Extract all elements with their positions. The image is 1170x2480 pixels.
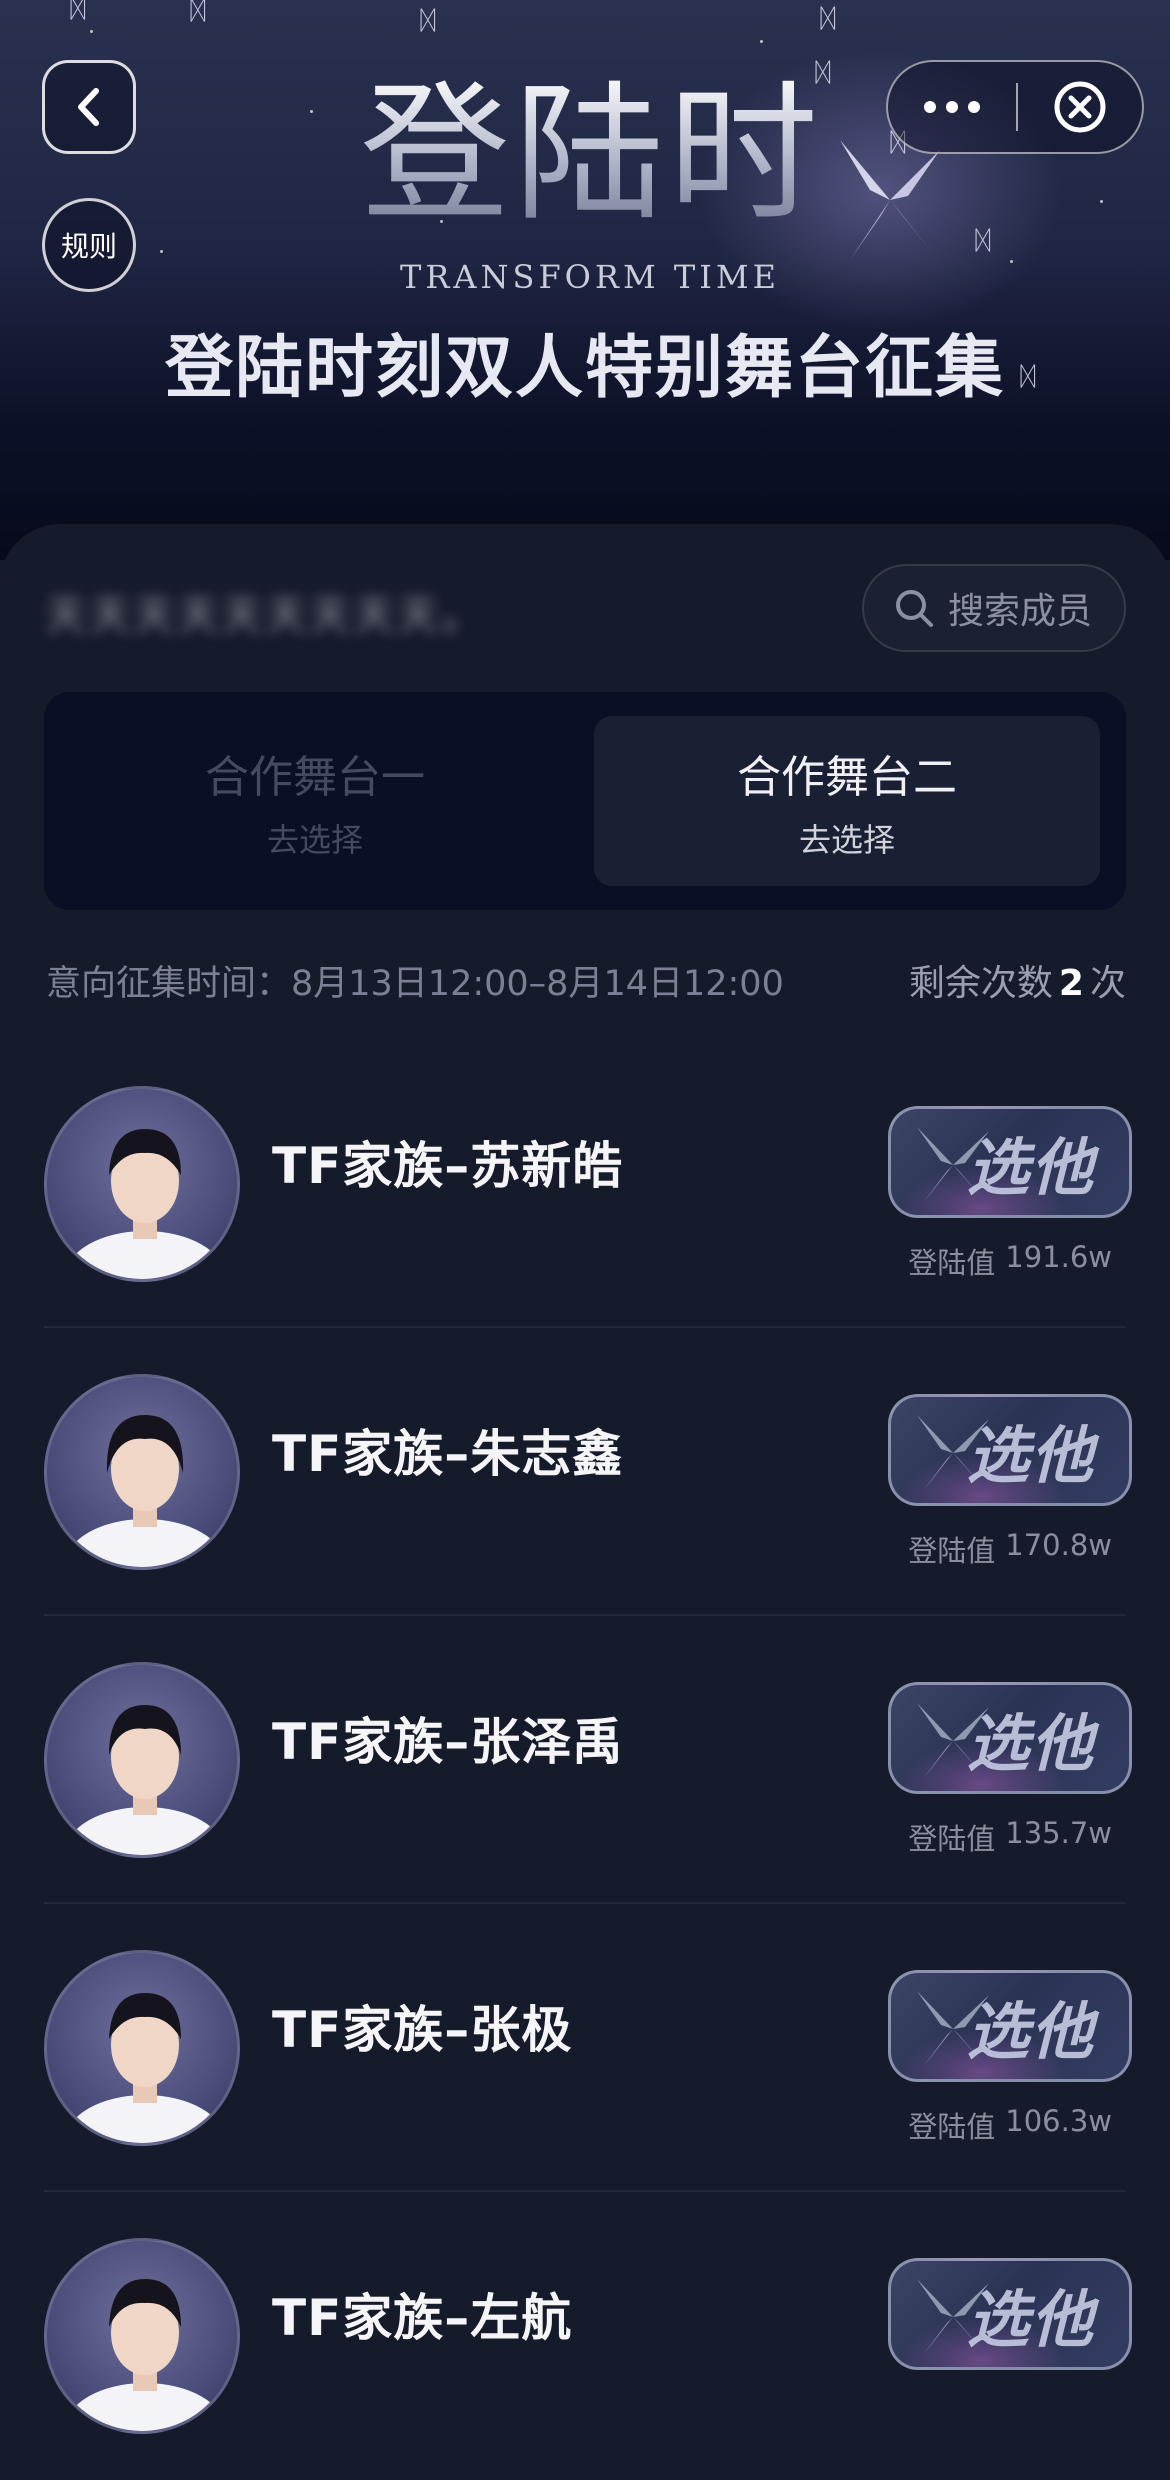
butterfly-icon: ᛞ <box>70 0 86 24</box>
person-avatar-icon <box>65 1415 225 1567</box>
select-member-button[interactable]: 选他 <box>888 1394 1132 1506</box>
banner-subtitle: 登陆时刻双人特别舞台征集 <box>164 329 1005 408</box>
person-avatar-icon <box>65 1993 225 2143</box>
member-row: TF家族–左航 选他 <box>44 2192 1132 2480</box>
star-decoration <box>160 250 163 253</box>
score-value: 135.7w <box>1005 1816 1112 1850</box>
star-decoration <box>760 40 763 43</box>
person-avatar-icon <box>65 2279 225 2431</box>
avatar <box>44 2238 240 2434</box>
member-row: TF家族–张泽禹 选他 登陆值 135.7w <box>44 1616 1132 1904</box>
remaining-prefix: 剩余次数 <box>908 963 1053 1004</box>
butterfly-icon: ᛞ <box>975 226 991 256</box>
tab-stage-two[interactable]: 合作舞台二 去选择 <box>594 716 1100 886</box>
score-label: 登陆值 <box>908 1534 996 1568</box>
avatar <box>44 1374 240 1570</box>
score-value: 106.3w <box>1005 2104 1112 2138</box>
logo-subtitle: TRANSFORM TIME <box>399 258 781 296</box>
remaining-suffix: 次 <box>1089 963 1126 1004</box>
search-icon <box>896 590 933 627</box>
stage-action: 去选择 <box>798 821 895 859</box>
member-name: TF家族–张泽禹 <box>272 1713 624 1771</box>
star-decoration <box>90 30 93 33</box>
stage-action: 去选择 <box>266 821 363 859</box>
search-member-button[interactable]: 搜索成员 <box>862 564 1126 652</box>
member-name: TF家族–张极 <box>272 2001 573 2059</box>
close-button[interactable] <box>1018 62 1142 152</box>
member-name: TF家族–朱志鑫 <box>272 1425 624 1483</box>
tab-stage-one[interactable]: 合作舞台一 去选择 <box>62 716 568 886</box>
star-decoration <box>1010 260 1013 263</box>
info-row: 意向征集时间：8月13日12:00–8月14日12:00 剩余次数 2 次 <box>46 952 1126 1008</box>
select-member-button[interactable]: 选他 <box>888 1682 1132 1794</box>
member-score: 登陆值 106.3w <box>908 2104 1112 2146</box>
avatar <box>44 1086 240 1282</box>
remaining-count: 剩余次数 2 次 <box>909 954 1126 1006</box>
member-row: TF家族–张极 选他 登陆值 106.3w <box>44 1904 1132 2192</box>
rules-button[interactable]: 规则 <box>42 198 136 292</box>
member-row: TF家族–苏新皓 选他 登陆值 191.6w <box>44 1040 1132 1328</box>
select-member-button[interactable]: 选他 <box>888 2258 1132 2370</box>
member-name: TF家族–左航 <box>272 2289 573 2347</box>
stage-label: 合作舞台二 <box>737 752 957 803</box>
avatar <box>44 1950 240 2146</box>
close-circle-icon <box>1054 81 1106 133</box>
butterfly-icon: ᛞ <box>420 6 436 36</box>
member-score: 登陆值 135.7w <box>908 1816 1112 1858</box>
select-member-button[interactable]: 选他 <box>888 1970 1132 2082</box>
select-member-button[interactable]: 选他 <box>888 1106 1132 1218</box>
person-avatar-icon <box>65 1129 225 1279</box>
score-label: 登陆值 <box>908 1822 996 1856</box>
select-label: 选他 <box>966 1995 1095 2068</box>
header-banner: ᛞ ᛞ ᛞ ᛞ ᛞ ᛞ ᛞ ᛞ 规则 登陆时刻 TRANSFORM TIME 登… <box>0 0 1170 560</box>
stage-label: 合作舞台一 <box>205 752 425 803</box>
star-decoration <box>1100 200 1103 203</box>
select-label: 选他 <box>966 1707 1095 1780</box>
person-avatar-icon <box>65 1705 225 1855</box>
star-decoration <box>310 110 313 113</box>
select-label: 选他 <box>966 2283 1095 2356</box>
score-value: 170.8w <box>1005 1528 1112 1562</box>
remaining-number: 2 <box>1058 963 1084 1004</box>
member-score: 登陆值 191.6w <box>908 1240 1112 1282</box>
member-name: TF家族–苏新皓 <box>272 1137 624 1195</box>
search-placeholder: 搜索成员 <box>948 591 1093 632</box>
stage-selector: 合作舞台一 去选择 合作舞台二 去选择 <box>44 692 1126 910</box>
user-info: 天天天天天天天天天。 <box>46 568 486 656</box>
score-label: 登陆值 <box>908 1246 996 1280</box>
member-row: TF家族–朱志鑫 选他 登陆值 170.8w <box>44 1328 1132 1616</box>
avatar <box>44 1662 240 1858</box>
butterfly-icon: ᛞ <box>190 0 206 26</box>
chevron-left-icon <box>78 88 99 126</box>
score-label: 登陆值 <box>908 2110 996 2144</box>
blurred-user-text: 天天天天天天天天天。 <box>46 593 486 639</box>
logo-title: 登陆时刻 <box>360 68 977 242</box>
collection-time: 意向征集时间：8月13日12:00–8月14日12:00 <box>46 963 784 1004</box>
member-list: TF家族–苏新皓 选他 登陆值 191.6w TF家族–朱志鑫 选他 登陆值 1… <box>0 1040 1170 2480</box>
member-score: 登陆值 170.8w <box>908 1528 1112 1570</box>
select-label: 选他 <box>966 1131 1095 1204</box>
back-button[interactable] <box>42 60 136 154</box>
butterfly-icon: ᛞ <box>820 4 836 34</box>
select-label: 选他 <box>966 1419 1095 1492</box>
score-value: 191.6w <box>1005 1240 1112 1274</box>
